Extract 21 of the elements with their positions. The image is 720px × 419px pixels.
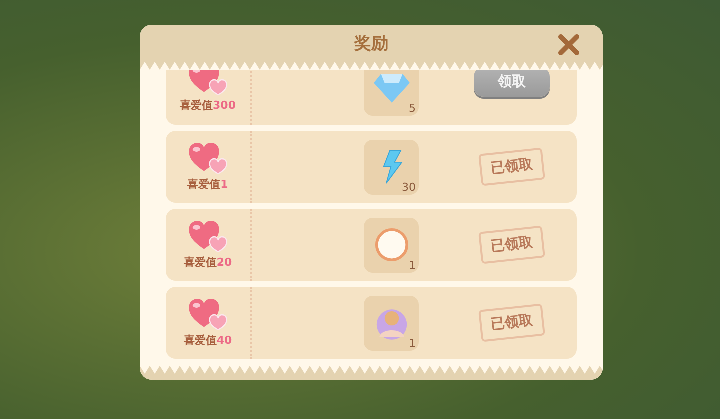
claim-button[interactable]: 领取 xyxy=(474,70,550,96)
hearts-icon xyxy=(189,70,227,96)
hearts-icon xyxy=(189,298,227,330)
claimed-stamp: 已领取 xyxy=(478,148,546,186)
claimed-stamp: 已领取 xyxy=(478,226,546,264)
hearts-icon xyxy=(189,142,227,174)
close-icon[interactable] xyxy=(557,33,581,57)
dialog-title: 奖励 xyxy=(354,33,388,55)
lightning-icon xyxy=(380,150,402,184)
hearts-icon xyxy=(189,220,227,252)
affection-label: 喜爱值20 xyxy=(184,254,232,270)
item-count: 30 xyxy=(402,180,416,194)
item-count: 1 xyxy=(409,336,416,350)
claimed-stamp: 已领取 xyxy=(478,304,546,342)
item-count: 1 xyxy=(409,258,416,272)
affection-label: 喜爱值1 xyxy=(188,176,228,192)
ring-icon xyxy=(374,228,408,262)
affection-label: 喜爱值300 xyxy=(180,98,236,113)
item-count: 5 xyxy=(409,102,416,115)
diamond-icon xyxy=(374,74,410,103)
affection-label: 喜爱值40 xyxy=(184,332,232,348)
